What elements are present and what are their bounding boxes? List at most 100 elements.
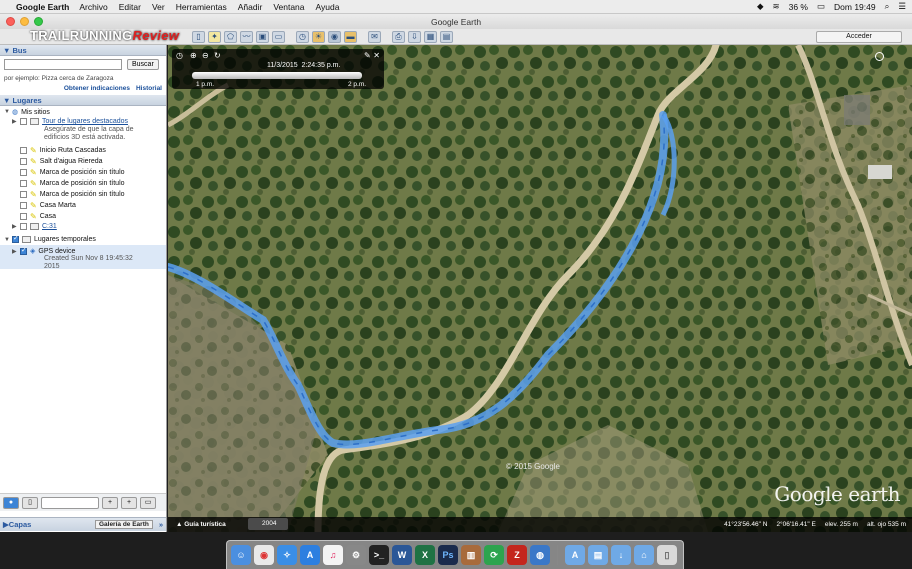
layers-header[interactable]: ▶ Capas Galería de Earth »: [0, 517, 166, 531]
google-earth-icon[interactable]: ◍: [530, 545, 550, 565]
close-icon[interactable]: ✕: [373, 51, 380, 60]
google-maps-icon[interactable]: ▦: [424, 31, 437, 43]
compass-icon[interactable]: [875, 52, 884, 61]
filezilla-icon[interactable]: Z: [507, 545, 527, 565]
directions-link[interactable]: Obtener indicaciones: [64, 85, 130, 92]
time-slider[interactable]: ◷ ⊕ ⊖ ↻ ✎ ✕ 11/3/2015 2:24:35 p.m. 1 p.m…: [172, 49, 384, 89]
add-folder-icon[interactable]: +: [121, 496, 137, 509]
places-view-icon[interactable]: ●: [3, 496, 19, 509]
terminal-icon[interactable]: >_: [369, 545, 389, 565]
placemark-item[interactable]: ✎ Salt d'aigua Riereda: [20, 157, 103, 166]
add-icon[interactable]: +: [102, 496, 118, 509]
expand-triangle-icon[interactable]: ▶: [12, 223, 17, 230]
time-slider-track[interactable]: [192, 72, 362, 79]
tour-checkbox[interactable]: [20, 118, 27, 125]
menu-anadir[interactable]: Añadir: [238, 2, 263, 12]
menu-app-name[interactable]: Google Earth: [16, 2, 69, 12]
app-store-icon[interactable]: A: [300, 545, 320, 565]
email-icon[interactable]: ✉: [368, 31, 381, 43]
search-button[interactable]: Buscar: [127, 59, 159, 70]
dropbox-icon[interactable]: ◆: [757, 1, 764, 12]
battery-icon[interactable]: ▭: [817, 1, 825, 12]
downloads-folder-icon[interactable]: ↓: [611, 545, 631, 565]
applications-folder-icon[interactable]: A: [565, 545, 585, 565]
settings-icon[interactable]: ▤: [440, 31, 453, 43]
expand-triangle-icon[interactable]: ▼: [4, 237, 10, 243]
home-folder-icon[interactable]: ⌂: [634, 545, 654, 565]
placemark-checkbox[interactable]: [20, 191, 27, 198]
zoom-out-icon[interactable]: ⊖: [202, 51, 209, 60]
add-polygon-icon[interactable]: ⬠: [224, 31, 237, 43]
add-overlay-icon[interactable]: ▣: [256, 31, 269, 43]
hide-sidebar-icon[interactable]: ▯: [192, 31, 205, 43]
sourcetree-icon[interactable]: ⟳: [484, 545, 504, 565]
placemark-item[interactable]: ✎ Casa: [20, 212, 56, 221]
loop-icon[interactable]: ↻: [214, 51, 221, 60]
search-header[interactable]: ▼ Bus: [0, 45, 166, 56]
spotlight-icon[interactable]: ⌕: [885, 1, 890, 12]
battery-percent[interactable]: 36 %: [789, 2, 808, 12]
menu-ventana[interactable]: Ventana: [273, 2, 304, 12]
gps-device-checkbox[interactable]: [20, 246, 27, 255]
finder-icon[interactable]: ☺: [231, 545, 251, 565]
temp-places-row[interactable]: ▼ Lugares temporales: [4, 234, 96, 243]
placemark-item[interactable]: ✎ Marca de posición sin título: [20, 179, 125, 188]
wrench-icon[interactable]: ✎: [364, 51, 371, 60]
menu-ver[interactable]: Ver: [152, 2, 165, 12]
placemark-item[interactable]: ✎ Marca de posición sin título: [20, 190, 125, 199]
zoom-window-button[interactable]: [34, 17, 43, 26]
tour-link[interactable]: Tour de lugares destacados: [42, 118, 128, 125]
sun-icon[interactable]: ☀: [312, 31, 325, 43]
placemark-checkbox[interactable]: [20, 147, 27, 154]
folder-icon[interactable]: ▭: [140, 496, 156, 509]
search-input[interactable]: [4, 59, 122, 70]
drive-link[interactable]: C:31: [42, 223, 57, 230]
my-places-row[interactable]: ▼ ◍ Mis sitios: [4, 108, 50, 117]
add-path-icon[interactable]: 〰: [240, 31, 253, 43]
sign-in-button[interactable]: Acceder: [816, 31, 902, 43]
placemark-item[interactable]: ✎ Inicio Ruta Cascadas: [20, 146, 106, 155]
placemark-checkbox[interactable]: [20, 180, 27, 187]
expand-triangle-icon[interactable]: ▶: [12, 248, 17, 255]
zoom-in-icon[interactable]: ⊕: [190, 51, 197, 60]
menu-ayuda[interactable]: Ayuda: [316, 2, 340, 12]
earth-gallery-button[interactable]: Galería de Earth: [94, 520, 153, 529]
gps-device-row[interactable]: ▶ ◈ GPS device: [12, 246, 75, 256]
placemark-checkbox[interactable]: [20, 169, 27, 176]
menu-herramientas[interactable]: Herramientas: [176, 2, 227, 12]
chrome-icon[interactable]: ◉: [254, 545, 274, 565]
record-tour-icon[interactable]: ▭: [272, 31, 285, 43]
temp-places-checkbox[interactable]: [12, 234, 19, 243]
books-icon[interactable]: ▥: [461, 545, 481, 565]
photoshop-icon[interactable]: Ps: [438, 545, 458, 565]
menu-archivo[interactable]: Archivo: [79, 2, 107, 12]
placemark-checkbox[interactable]: [20, 213, 27, 220]
excel-icon[interactable]: X: [415, 545, 435, 565]
drive-row[interactable]: ▶ C:31: [12, 223, 57, 230]
placemark-checkbox[interactable]: [20, 158, 27, 165]
wifi-icon[interactable]: ≋: [772, 1, 779, 12]
menu-editar[interactable]: Editar: [119, 2, 141, 12]
drive-checkbox[interactable]: [20, 223, 27, 230]
placemark-item[interactable]: ✎ Casa Marta: [20, 201, 76, 210]
add-placemark-icon[interactable]: ✦: [208, 31, 221, 43]
expand-triangle-icon[interactable]: ▼: [4, 109, 10, 115]
expand-triangle-icon[interactable]: ▶: [12, 118, 17, 125]
map-view[interactable]: ◷ ⊕ ⊖ ↻ ✎ ✕ 11/3/2015 2:24:35 p.m. 1 p.m…: [168, 45, 912, 532]
tour-guide-button[interactable]: ▲ Guía turística: [176, 521, 226, 528]
historical-imagery-icon[interactable]: ◷: [296, 31, 309, 43]
clock[interactable]: Dom 19:49: [834, 2, 876, 12]
places-header[interactable]: ▼ Lugares: [0, 95, 166, 106]
safari-icon[interactable]: ✧: [277, 545, 297, 565]
clock-icon[interactable]: ◷: [176, 51, 183, 60]
tour-row[interactable]: ▶ Tour de lugares destacados: [12, 118, 128, 125]
historical-year-tab[interactable]: 2004: [248, 518, 288, 530]
save-image-icon[interactable]: ⇩: [408, 31, 421, 43]
documents-folder-icon[interactable]: ▤: [588, 545, 608, 565]
filter-field[interactable]: [41, 496, 99, 509]
system-preferences-icon[interactable]: ⚙: [346, 545, 366, 565]
minimize-window-button[interactable]: [20, 17, 29, 26]
sidebar-view-icon[interactable]: ▯: [22, 496, 38, 509]
trash-icon[interactable]: ▯: [657, 545, 677, 565]
placemark-item[interactable]: ✎ Marca de posición sin título: [20, 168, 125, 177]
